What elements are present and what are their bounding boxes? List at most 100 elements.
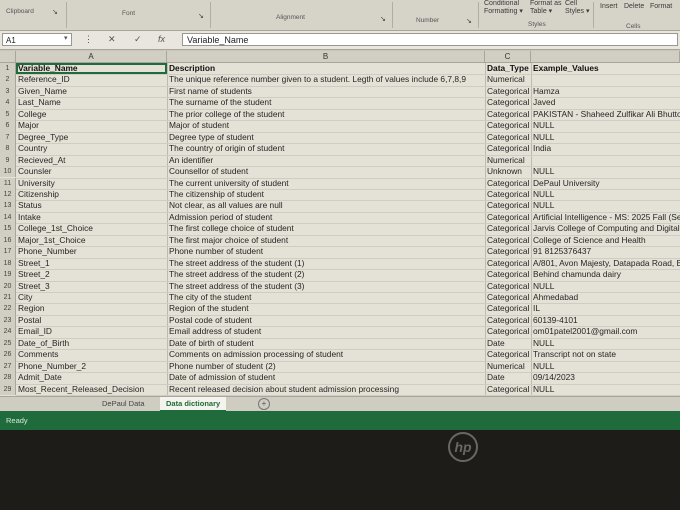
cell-variable-name[interactable]: Status [16, 200, 167, 211]
row-header[interactable]: 11 [0, 177, 16, 189]
cell-data-type[interactable]: Categorical [485, 212, 531, 223]
cell-example-values[interactable]: NULL [531, 281, 680, 292]
row-header[interactable]: 14 [0, 211, 16, 224]
cell-example-values[interactable]: India [531, 143, 680, 154]
cell-description[interactable]: Date of birth of student [167, 338, 485, 349]
cell-example-values[interactable]: A/801, Avon Majesty, Datapada Road, Bori… [531, 258, 680, 269]
cell-example-values[interactable]: Example_Values [531, 63, 680, 74]
clipboard-launcher-icon[interactable]: ↘ [52, 8, 58, 16]
cell-variable-name[interactable]: Reference_ID [16, 74, 167, 85]
cell-variable-name[interactable]: Last_Name [16, 97, 167, 108]
cell-variable-name[interactable]: College_1st_Choice [16, 223, 167, 234]
cell-example-values[interactable]: Hamza [531, 86, 680, 97]
cell-data-type[interactable]: Date [485, 372, 531, 383]
cell-description[interactable]: An identifier [167, 155, 485, 166]
sheet-tab-depaul-data[interactable]: DePaul Data [96, 397, 151, 410]
cell-variable-name[interactable]: Comments [16, 349, 167, 360]
cell-variable-name[interactable]: Degree_Type [16, 132, 167, 143]
cell-data-type[interactable]: Date [485, 338, 531, 349]
cell-example-values[interactable]: Ahmedabad [531, 292, 680, 303]
cell-description[interactable]: Degree type of student [167, 132, 485, 143]
cell-example-values[interactable]: Jarvis College of Computing and Digital … [531, 223, 680, 234]
cell-data-type[interactable]: Categorical [485, 189, 531, 200]
cell-description[interactable]: The prior college of the student [167, 109, 485, 120]
cell-example-values[interactable]: NULL [531, 200, 680, 211]
cell-data-type[interactable]: Data_Type [485, 63, 531, 74]
cell-data-type[interactable]: Categorical [485, 292, 531, 303]
name-box-dropdown-icon[interactable]: ▾ [64, 34, 68, 42]
column-header-b[interactable]: B [167, 51, 485, 63]
row-header[interactable]: 28 [0, 372, 16, 384]
cell-data-type[interactable]: Categorical [485, 97, 531, 108]
cell-data-type[interactable]: Categorical [485, 178, 531, 189]
cell-data-type[interactable]: Categorical [485, 132, 531, 143]
cell-data-type[interactable]: Categorical [485, 246, 531, 257]
cell-description[interactable]: First name of students [167, 86, 485, 97]
cell-example-values[interactable] [531, 74, 680, 85]
cell-data-type[interactable]: Categorical [485, 269, 531, 280]
cell-description[interactable]: Phone number of student [167, 246, 485, 257]
cell-description[interactable]: The street address of the student (1) [167, 258, 485, 269]
cell-variable-name[interactable]: Phone_Number [16, 246, 167, 257]
row-header[interactable]: 1 [0, 63, 16, 75]
row-header[interactable]: 3 [0, 85, 16, 98]
cell-variable-name[interactable]: Street_1 [16, 258, 167, 269]
row-header[interactable]: 4 [0, 97, 16, 109]
row-header[interactable]: 18 [0, 257, 16, 270]
cell-data-type[interactable]: Categorical [485, 235, 531, 246]
cell-description[interactable]: Not clear, as all values are null [167, 200, 485, 211]
cell-variable-name[interactable]: Region [16, 303, 167, 314]
insert-button[interactable]: Insert [600, 3, 618, 10]
alignment-launcher-icon[interactable]: ↘ [380, 15, 386, 23]
cell-example-values[interactable]: NULL [531, 384, 680, 395]
cell-example-values[interactable] [531, 155, 680, 166]
cell-example-values[interactable]: Javed [531, 97, 680, 108]
cell-example-values[interactable]: NULL [531, 120, 680, 131]
format-button[interactable]: Format [650, 3, 672, 10]
cell-description[interactable]: The first major choice of student [167, 235, 485, 246]
row-header[interactable]: 22 [0, 303, 16, 315]
cell-variable-name[interactable]: Major [16, 120, 167, 131]
name-box[interactable]: A1 [2, 33, 72, 46]
cell-description[interactable]: The first college choice of student [167, 223, 485, 234]
cell-variable-name[interactable]: Email_ID [16, 326, 167, 337]
cell-description[interactable]: Phone number of student (2) [167, 361, 485, 372]
cell-example-values[interactable]: NULL [531, 361, 680, 372]
cell-data-type[interactable]: Numerical [485, 74, 531, 85]
cell-variable-name[interactable]: Given_Name [16, 86, 167, 97]
cell-variable-name[interactable]: Postal [16, 315, 167, 326]
row-header[interactable]: 12 [0, 188, 16, 201]
cell-variable-name[interactable]: Most_Recent_Released_Decision [16, 384, 167, 395]
cell-data-type[interactable]: Categorical [485, 326, 531, 337]
number-launcher-icon[interactable]: ↘ [466, 17, 472, 25]
cancel-icon[interactable]: ✕ [108, 34, 116, 45]
row-header[interactable]: 20 [0, 280, 16, 292]
cell-data-type[interactable]: Categorical [485, 223, 531, 234]
column-header-d[interactable] [531, 51, 680, 63]
row-header[interactable]: 21 [0, 292, 16, 304]
cell-variable-name[interactable]: Variable_Name [16, 63, 167, 75]
cell-data-type[interactable]: Categorical [485, 109, 531, 120]
row-header[interactable]: 6 [0, 120, 16, 132]
cell-example-values[interactable]: Transcript not on state [531, 349, 680, 360]
cell-variable-name[interactable]: Major_1st_Choice [16, 235, 167, 246]
cell-variable-name[interactable]: Street_2 [16, 269, 167, 280]
cell-data-type[interactable]: Categorical [485, 120, 531, 131]
cell-description[interactable]: The current university of student [167, 178, 485, 189]
cell-description[interactable]: The street address of the student (2) [167, 269, 485, 280]
sheet-tab-data-dictionary[interactable]: Data dictionary [160, 397, 227, 412]
insert-function-icon[interactable]: fx [158, 34, 165, 44]
row-header[interactable]: 15 [0, 223, 16, 235]
column-header-c[interactable]: C [485, 51, 531, 63]
cell-data-type[interactable]: Categorical [485, 86, 531, 97]
cell-example-values[interactable]: DePaul University [531, 178, 680, 189]
row-header[interactable]: 27 [0, 360, 16, 373]
row-header[interactable]: 2 [0, 74, 16, 86]
row-header[interactable]: 5 [0, 108, 16, 121]
cell-example-values[interactable]: Behind chamunda dairy [531, 269, 680, 280]
row-header[interactable]: 26 [0, 349, 16, 361]
row-header[interactable]: 19 [0, 269, 16, 281]
delete-button[interactable]: Delete [624, 3, 644, 10]
cell-example-values[interactable]: College of Science and Health [531, 235, 680, 246]
row-header[interactable]: 16 [0, 234, 16, 247]
